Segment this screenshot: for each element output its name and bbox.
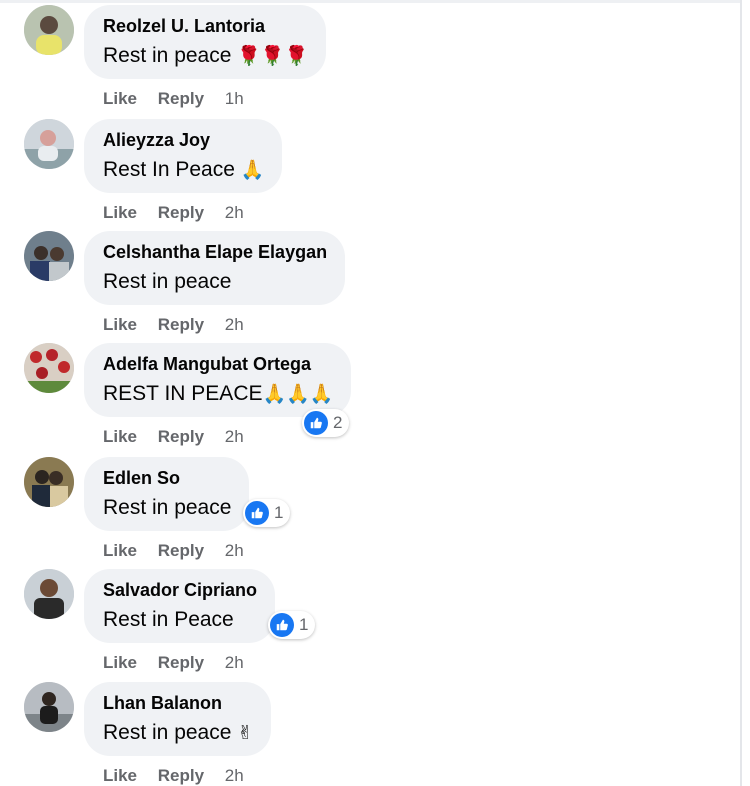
comment-author[interactable]: Salvador Cipriano [103,579,257,601]
like-button[interactable]: Like [103,315,137,334]
reply-button[interactable]: Reply [158,653,204,672]
reaction-count: 2 [333,413,343,432]
comment: Salvador Cipriano Rest in Peace 1 Like R… [0,569,740,679]
comment: Celshantha Elape Elaygan Rest in peace L… [0,231,740,341]
victory-hand-emoji: ✌ [237,722,254,744]
praying-hands-emoji: 🙏 [240,159,265,181]
comment-author[interactable]: Lhan Balanon [103,692,253,714]
avatar[interactable] [24,569,74,619]
like-icon [304,411,328,435]
comment-timestamp[interactable]: 2h [225,541,244,560]
comment-actions: Like Reply 2h [103,539,244,563]
comment-text: Rest in peace [103,496,232,519]
avatar[interactable] [24,682,74,732]
like-icon [245,501,269,525]
reply-button[interactable]: Reply [158,427,204,446]
comment-actions: Like Reply 2h [103,313,244,337]
comment-bubble: Celshantha Elape Elaygan Rest in peace [84,231,346,305]
comment-text: Rest in Peace [103,608,234,631]
comment-author[interactable]: Adelfa Mangubat Ortega [103,353,333,375]
like-icon [270,613,294,637]
comment-actions: Like Reply 2h [103,764,244,786]
comment-timestamp[interactable]: 2h [225,203,244,222]
comment-actions: Like Reply 1h [103,87,244,111]
like-button[interactable]: Like [103,427,137,446]
comment-actions: Like Reply 2h [103,651,244,675]
avatar[interactable] [24,343,74,393]
reply-button[interactable]: Reply [158,89,204,108]
comment-author[interactable]: Alieyzza Joy [103,129,264,151]
comment-author[interactable]: Edlen So [103,467,231,489]
comment-timestamp[interactable]: 2h [225,766,244,785]
reaction-count-badge[interactable]: 1 [268,611,316,639]
comment-timestamp[interactable]: 2h [225,315,244,334]
reaction-count: 1 [274,503,284,522]
comment-actions: Like Reply 2h [103,201,244,225]
avatar[interactable] [24,119,74,169]
reaction-count-badge[interactable]: 1 [243,499,291,527]
rose-emoji: 🌹🌹🌹 [237,45,309,67]
like-button[interactable]: Like [103,541,137,560]
comment-bubble: Adelfa Mangubat Ortega REST IN PEACE🙏🙏🙏 [84,343,352,417]
avatar[interactable] [24,5,74,55]
like-button[interactable]: Like [103,203,137,222]
avatar[interactable] [24,231,74,281]
comment-text: Rest in peace 🌹🌹🌹 [103,44,309,67]
like-button[interactable]: Like [103,89,137,108]
comment: Alieyzza Joy Rest In Peace 🙏 Like Reply … [0,119,740,229]
comment-text: Rest in peace ✌ [103,721,254,744]
like-button[interactable]: Like [103,653,137,672]
comment-timestamp[interactable]: 2h [225,427,244,446]
comment: Lhan Balanon Rest in peace ✌ Like Reply … [0,682,740,786]
reply-button[interactable]: Reply [158,541,204,560]
comment-text: REST IN PEACE🙏🙏🙏 [103,382,334,405]
comment-bubble: Salvador Cipriano Rest in Peace [84,569,276,643]
comment-actions: Like Reply 2h [103,425,244,449]
comment-bubble: Alieyzza Joy Rest In Peace 🙏 [84,119,283,193]
comment-text: Rest In Peace 🙏 [103,158,265,181]
scroll-edge [740,0,742,786]
reaction-count: 1 [299,615,309,634]
reply-button[interactable]: Reply [158,315,204,334]
comment: Reolzel U. Lantoria Rest in peace 🌹🌹🌹 Li… [0,5,740,115]
comment-text: Rest in peace [103,270,232,293]
comment-author[interactable]: Reolzel U. Lantoria [103,15,308,37]
avatar[interactable] [24,457,74,507]
comment-timestamp[interactable]: 2h [225,653,244,672]
reply-button[interactable]: Reply [158,203,204,222]
comment-author[interactable]: Celshantha Elape Elaygan [103,241,327,263]
comment-timestamp[interactable]: 1h [225,89,244,108]
frame-top-border [0,0,740,3]
praying-hands-emoji: 🙏🙏🙏 [262,383,334,405]
comment-bubble: Edlen So Rest in peace [84,457,250,531]
comment: Adelfa Mangubat Ortega REST IN PEACE🙏🙏🙏 … [0,343,740,453]
like-button[interactable]: Like [103,766,137,785]
comment-bubble: Lhan Balanon Rest in peace ✌ [84,682,272,756]
comment-bubble: Reolzel U. Lantoria Rest in peace 🌹🌹🌹 [84,5,327,79]
reply-button[interactable]: Reply [158,766,204,785]
reaction-count-badge[interactable]: 2 [302,409,350,437]
comment: Edlen So Rest in peace 1 Like Reply 2h [0,457,740,567]
